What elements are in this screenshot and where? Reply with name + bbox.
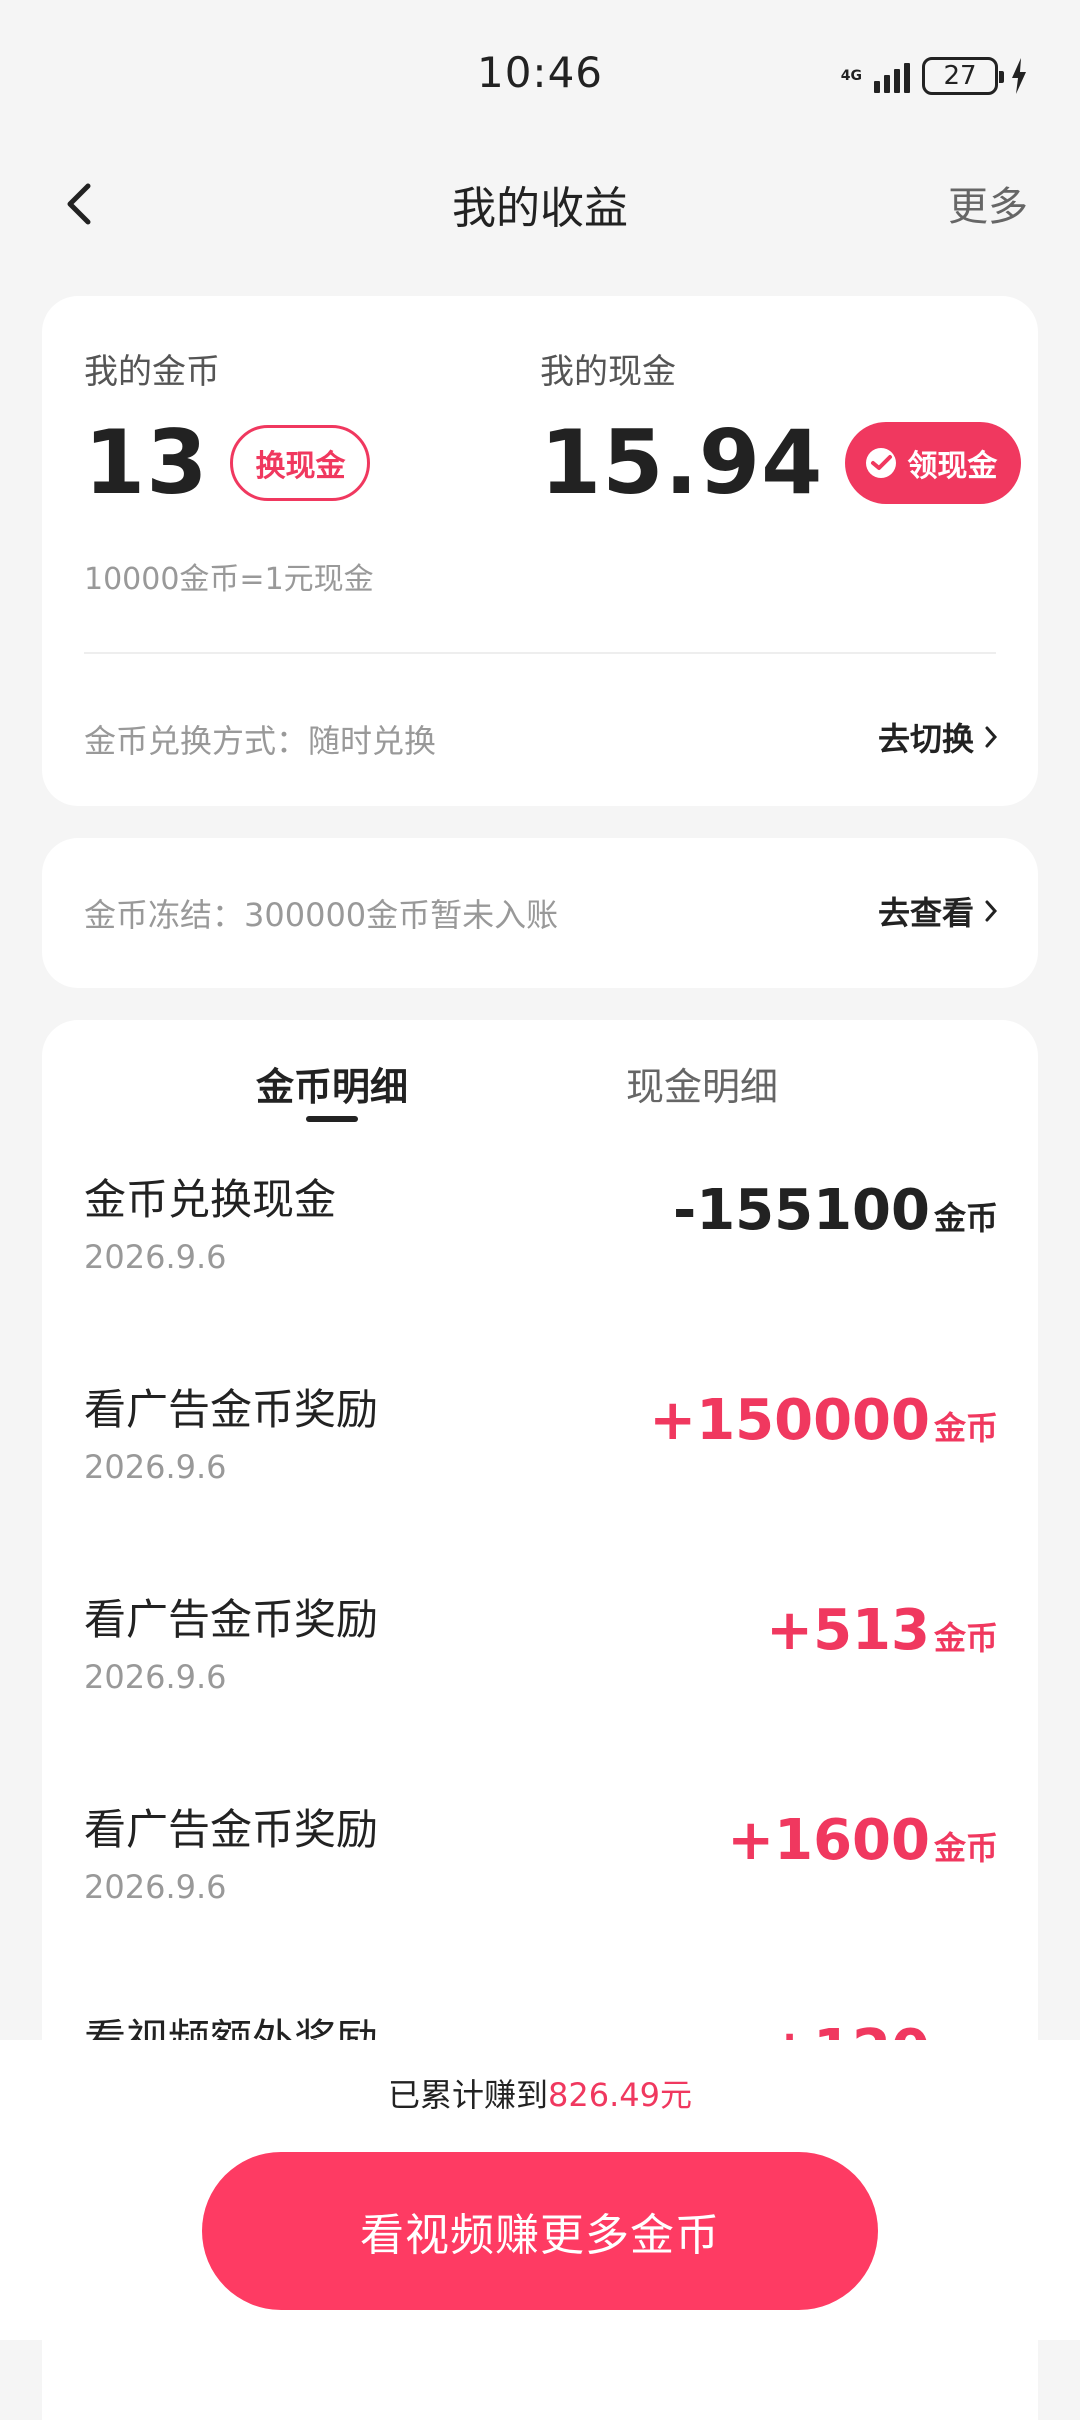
record-amount-value: +513 — [766, 1598, 930, 1663]
frozen-coins-text: 金币冻结：300000金币暂未入账 — [84, 896, 559, 934]
record-title: 看广告金币奖励 — [84, 1805, 379, 1854]
cash-label: 我的现金 — [540, 352, 676, 392]
coins-value: 13 — [84, 411, 209, 514]
record-amount: +1600 金币 — [727, 1808, 998, 1873]
record-amount-unit: 金币 — [933, 1409, 998, 1447]
record-amount-value: +1600 — [727, 1808, 930, 1873]
tab-cash-details[interactable]: 现金明细 — [572, 1056, 832, 1111]
view-frozen-link[interactable]: 去查看 — [878, 888, 998, 934]
record-title: 金币兑换现金 — [84, 1175, 337, 1224]
bottom-bar: 已累计赚到826.49元 看视频赚更多金币 — [0, 2040, 1080, 2340]
record-date: 2026.9.6 — [84, 1448, 227, 1486]
record-date: 2026.9.6 — [84, 1238, 227, 1276]
more-button[interactable]: 更多 — [948, 174, 1028, 232]
exchange-cash-label: 换现金 — [255, 449, 346, 484]
list-item: 看广告金币奖励 2026.9.6 +150000 金币 — [42, 1376, 1038, 1586]
view-frozen-label: 去查看 — [877, 894, 974, 932]
record-date: 2026.9.6 — [84, 1658, 227, 1696]
total-earned: 已累计赚到826.49元 — [0, 2070, 1080, 2116]
record-amount-unit: 金币 — [933, 1619, 998, 1657]
chevron-right-icon — [985, 726, 998, 748]
status-bar: 10:46 4G 27 — [0, 0, 1080, 150]
app-header: 我的收益 更多 — [0, 150, 1080, 260]
tab-coin-details[interactable]: 金币明细 — [202, 1056, 462, 1111]
list-item: 金币兑换现金 2026.9.6 -155100 金币 — [42, 1166, 1038, 1376]
total-earned-prefix: 已累计赚到 — [388, 2076, 549, 2114]
total-earned-amount: 826.49元 — [548, 2076, 692, 2114]
record-amount: +150000 金币 — [649, 1388, 998, 1453]
wallet-check-icon — [866, 448, 897, 478]
cash-value: 15.94 — [540, 411, 824, 514]
charging-icon — [1012, 58, 1026, 94]
exchange-cash-button[interactable]: 换现金 — [230, 425, 371, 501]
watch-video-button[interactable]: 看视频赚更多金币 — [202, 2152, 878, 2310]
withdraw-cash-label: 领现金 — [907, 449, 998, 484]
record-amount-unit: 金币 — [933, 1199, 998, 1237]
record-date: 2026.9.6 — [84, 1868, 227, 1906]
battery-level: 27 — [943, 61, 977, 91]
coins-label: 我的金币 — [84, 352, 220, 392]
record-amount-value: +150000 — [649, 1388, 930, 1453]
record-amount-unit: 金币 — [933, 1829, 998, 1867]
frozen-coins-card: 金币冻结：300000金币暂未入账 去查看 — [42, 838, 1038, 988]
list-item: 看广告金币奖励 2026.9.6 +1600 金币 — [42, 1796, 1038, 2006]
coins-section: 我的金币 13 换现金 — [84, 344, 371, 514]
watch-video-label: 看视频赚更多金币 — [360, 2210, 720, 2261]
chevron-right-icon — [985, 900, 998, 922]
switch-mode-link[interactable]: 去切换 — [878, 714, 998, 760]
record-amount: +513 金币 — [766, 1598, 998, 1663]
record-amount: -155100 金币 — [673, 1178, 998, 1243]
record-title: 看广告金币奖励 — [84, 1595, 379, 1644]
switch-mode-label: 去切换 — [877, 720, 974, 758]
exchange-rate-text: 10000金币=1元现金 — [84, 562, 374, 597]
list-item: 看广告金币奖励 2026.9.6 +513 金币 — [42, 1586, 1038, 1796]
balance-card: 我的金币 13 换现金 我的现金 15.94 领现金 10000金币=1元现金 … — [42, 296, 1038, 806]
record-title: 看广告金币奖励 — [84, 1385, 379, 1434]
battery-icon: 27 — [922, 57, 1004, 95]
status-icons: 4G 27 — [841, 56, 1028, 96]
cash-section: 我的现金 15.94 领现金 — [540, 344, 1022, 514]
tab-indicator — [306, 1116, 358, 1122]
record-amount-value: -155100 — [672, 1178, 930, 1243]
divider — [84, 652, 996, 654]
withdraw-cash-button[interactable]: 领现金 — [845, 422, 1022, 504]
exchange-mode-text: 金币兑换方式：随时兑换 — [84, 722, 437, 760]
signal-icon — [874, 59, 910, 93]
page-title: 我的收益 — [452, 183, 628, 234]
network-type: 4G — [840, 68, 862, 84]
